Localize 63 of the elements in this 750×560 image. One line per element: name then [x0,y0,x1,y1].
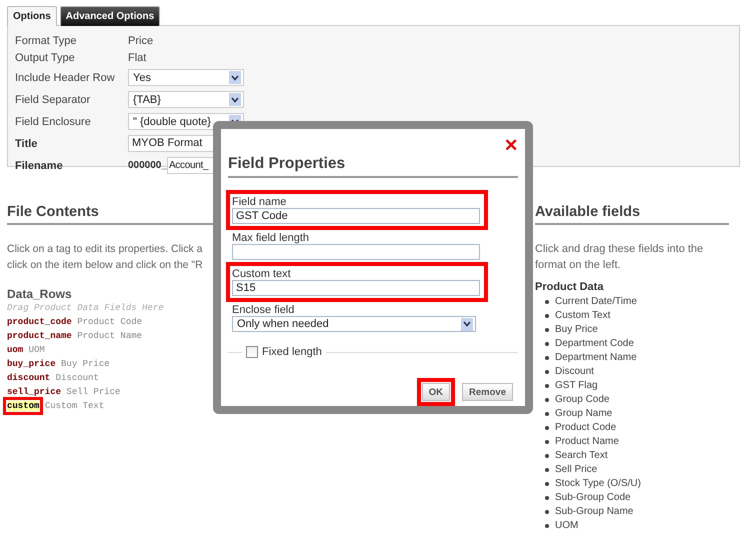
available-field[interactable]: Stock Type (O/S/U) [555,477,641,491]
option-label: Filename [15,160,64,172]
option-label: Format Type [15,35,78,47]
field-tag[interactable]: buy_price [7,359,56,369]
available-field[interactable]: Department Code [555,337,634,351]
section-title: Data_Rows [7,287,73,301]
available-field[interactable]: Search Text [555,449,608,463]
input-field[interactable]: GST Code [232,208,480,224]
instruction-text: click on the item below and click on the "R [7,258,204,273]
field-tag[interactable]: sell_price [7,387,62,397]
dialog-button[interactable]: Remove [462,383,513,401]
available-field[interactable]: Group Code [555,393,610,407]
available-field[interactable]: Department Name [555,351,637,365]
select-field[interactable]: Only when needed [232,316,476,332]
instruction-text: Click and drag these fields into the format on the left. [535,242,704,273]
option-label: Title [15,138,38,150]
field-label: Field name [232,196,288,208]
field-label: Max field length [232,232,310,244]
tag-label: UOM [28,345,45,355]
tag-label: Product Name [77,331,142,341]
input-field[interactable]: S15 [232,280,480,296]
option-label: Include Header Row [15,72,116,84]
field-label: Custom text [232,268,292,280]
field-tag[interactable]: discount [7,373,50,383]
tab[interactable]: Options [7,6,57,26]
available-field[interactable]: Current Date/Time [555,295,637,309]
field-tag[interactable]: custom [7,401,40,411]
select-field[interactable]: {TAB} [128,91,244,108]
field-tag[interactable]: product_code [7,317,72,327]
instruction-text: Click on a tag to edit its properties. Click a [7,242,204,257]
available-field[interactable]: UOM [555,519,578,533]
filename-prefix: 000000_ [128,160,167,171]
tab[interactable]: Advanced Options [60,6,160,26]
available-field[interactable]: Product Code [555,421,616,435]
field-label: Enclose field [232,304,296,316]
available-field[interactable]: Product Name [555,435,619,449]
field-tag[interactable]: uom [7,345,24,355]
group-title: Product Data [535,281,604,293]
field-tag[interactable]: product_name [7,331,72,341]
available-field[interactable]: Buy Price [555,323,598,337]
dialog-title: Field Properties [228,155,518,178]
option-label: Output Type [15,52,76,64]
option-label: Field Separator [15,94,92,106]
checkbox-label: Fixed length [262,346,322,358]
dialog-button[interactable]: OK [422,383,450,401]
tag-label: Custom Text [44,401,104,411]
drop-hint: Drag Product Data Fields Here [7,302,165,315]
available-field[interactable]: Sell Price [555,463,598,477]
tag-label: Product Code [77,317,142,327]
available-field[interactable]: Custom Text [555,309,610,323]
tag-label: Sell Price [66,387,120,397]
option-label: Field Enclosure [15,116,92,128]
section-heading: Available fields [535,204,729,225]
available-field[interactable]: Sub-Group Name [555,505,634,519]
available-field[interactable]: GST Flag [555,379,598,393]
select-field[interactable]: Yes [128,69,244,86]
tag-label: Discount [56,373,99,383]
option-value: Price [128,35,154,47]
tag-label: Buy Price [61,359,110,369]
available-field[interactable]: Sub-Group Code [555,491,631,505]
available-field[interactable]: Group Name [555,407,612,421]
option-value: Flat [128,52,146,64]
available-field[interactable]: Discount [555,365,594,379]
